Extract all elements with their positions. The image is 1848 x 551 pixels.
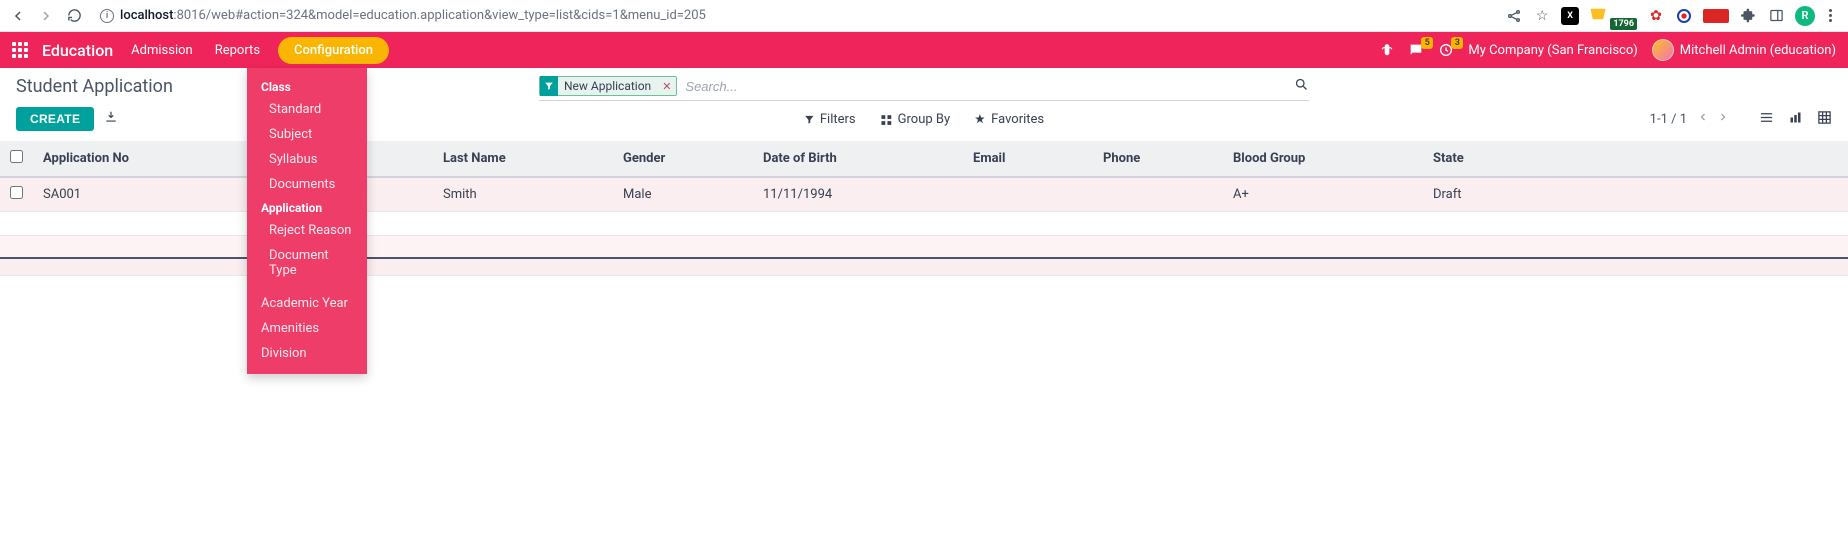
url-path: :8016/web#action=324&model=education.app… bbox=[173, 8, 705, 23]
pager-value[interactable]: 1-1 / 1 bbox=[1650, 112, 1687, 127]
systray: 5 3 My Company (San Francisco) Mitchell … bbox=[1380, 39, 1836, 61]
extensions-menu-icon[interactable] bbox=[1739, 7, 1757, 25]
activities-icon[interactable]: 3 bbox=[1438, 42, 1454, 58]
cell-app-no: SA001 bbox=[33, 177, 253, 212]
dropdown-section-application: Application bbox=[247, 197, 367, 218]
pager-prev-icon[interactable] bbox=[1697, 111, 1709, 127]
dropdown-item-subject[interactable]: Subject bbox=[247, 122, 367, 147]
col-app-no[interactable]: Application No bbox=[33, 141, 253, 177]
select-all-checkbox[interactable] bbox=[10, 150, 23, 163]
breadcrumb: Student Application bbox=[16, 76, 173, 97]
view-list-icon[interactable] bbox=[1759, 110, 1774, 129]
import-button[interactable] bbox=[104, 110, 118, 128]
extension-x-icon[interactable]: X bbox=[1561, 7, 1579, 25]
cell-dob: 11/11/1994 bbox=[753, 177, 963, 212]
col-email[interactable]: Email bbox=[963, 141, 1093, 177]
panel-icon[interactable] bbox=[1767, 7, 1785, 25]
col-last-name[interactable]: Last Name bbox=[433, 141, 613, 177]
cell-gender: Male bbox=[613, 177, 753, 212]
url-host: localhost bbox=[120, 8, 173, 23]
cell-email bbox=[963, 177, 1093, 212]
nav-configuration[interactable]: Configuration bbox=[278, 37, 389, 64]
user-name: Mitchell Admin (education) bbox=[1680, 43, 1836, 58]
extension-circle-icon[interactable] bbox=[1675, 7, 1693, 25]
dropdown-item-division[interactable]: Division bbox=[247, 341, 367, 366]
cell-blood: A+ bbox=[1223, 177, 1423, 212]
bookmark-star-icon[interactable]: ☆ bbox=[1533, 7, 1551, 25]
search-facet: New Application ✕ bbox=[539, 76, 677, 96]
site-info-icon[interactable]: i bbox=[100, 9, 114, 23]
dropdown-section-class: Class bbox=[247, 76, 367, 97]
filter-icon bbox=[540, 76, 558, 96]
search-input[interactable] bbox=[677, 77, 1294, 96]
extension-icons: ☆ X 1796 ✿ R bbox=[1501, 6, 1840, 26]
dropdown-item-standard[interactable]: Standard bbox=[247, 97, 367, 122]
user-avatar-icon bbox=[1652, 39, 1674, 61]
url-bar[interactable]: i localhost:8016/web#action=324&model=ed… bbox=[92, 4, 1493, 28]
favorites-button[interactable]: Favorites bbox=[974, 112, 1044, 127]
dropdown-item-academic-year[interactable]: Academic Year bbox=[247, 291, 367, 316]
create-button[interactable]: CREATE bbox=[16, 107, 94, 131]
row-checkbox[interactable] bbox=[10, 186, 23, 199]
activities-badge: 3 bbox=[1451, 37, 1463, 49]
col-dob[interactable]: Date of Birth bbox=[753, 141, 963, 177]
facet-label: New Application bbox=[558, 79, 657, 93]
col-phone[interactable]: Phone bbox=[1093, 141, 1223, 177]
view-graph-icon[interactable] bbox=[1788, 110, 1803, 129]
company-switcher[interactable]: My Company (San Francisco) bbox=[1468, 43, 1637, 58]
cell-phone bbox=[1093, 177, 1223, 212]
back-button[interactable] bbox=[8, 6, 28, 26]
facet-remove-icon[interactable]: ✕ bbox=[657, 80, 676, 93]
user-menu[interactable]: Mitchell Admin (education) bbox=[1652, 39, 1836, 61]
extension-red-icon[interactable]: ✿ bbox=[1647, 7, 1665, 25]
dropdown-item-amenities[interactable]: Amenities bbox=[247, 316, 367, 341]
col-gender[interactable]: Gender bbox=[613, 141, 753, 177]
messaging-icon[interactable]: 5 bbox=[1408, 42, 1424, 58]
search-icon[interactable] bbox=[1294, 77, 1309, 96]
cell-last-name: Smith bbox=[433, 177, 613, 212]
dropdown-item-documents[interactable]: Documents bbox=[247, 172, 367, 197]
nav-admission[interactable]: Admission bbox=[127, 37, 197, 64]
pager-next-icon[interactable] bbox=[1717, 111, 1729, 127]
app-brand[interactable]: Education bbox=[42, 41, 113, 60]
dropdown-item-document-type[interactable]: Document Type bbox=[247, 243, 367, 283]
search-bar[interactable]: New Application ✕ bbox=[539, 73, 1309, 101]
extension-red-wide-icon[interactable] bbox=[1703, 9, 1729, 23]
filters-button[interactable]: Filters bbox=[804, 112, 856, 127]
debug-icon[interactable] bbox=[1380, 43, 1394, 57]
groupby-button[interactable]: Group By bbox=[880, 112, 951, 127]
reload-button[interactable] bbox=[64, 6, 84, 26]
extension-counter-icon[interactable]: 1796 bbox=[1589, 7, 1637, 25]
forward-button[interactable] bbox=[36, 6, 56, 26]
browser-menu-icon[interactable] bbox=[1825, 9, 1836, 22]
app-navbar: Education Admission Reports Configuratio… bbox=[0, 32, 1848, 68]
pager: 1-1 / 1 bbox=[1650, 110, 1832, 129]
search-options: Filters Group By Favorites bbox=[804, 112, 1044, 127]
messaging-badge: 5 bbox=[1421, 37, 1433, 49]
profile-avatar[interactable]: R bbox=[1795, 6, 1815, 26]
view-pivot-icon[interactable] bbox=[1817, 110, 1832, 129]
dropdown-item-syllabus[interactable]: Syllabus bbox=[247, 147, 367, 172]
nav-reports[interactable]: Reports bbox=[211, 37, 264, 64]
col-state[interactable]: State bbox=[1423, 141, 1848, 177]
extension-badge: 1796 bbox=[1610, 18, 1637, 30]
apps-menu-icon[interactable] bbox=[12, 42, 28, 58]
dropdown-item-reject-reason[interactable]: Reject Reason bbox=[247, 218, 367, 243]
col-blood[interactable]: Blood Group bbox=[1223, 141, 1423, 177]
browser-toolbar: i localhost:8016/web#action=324&model=ed… bbox=[0, 0, 1848, 32]
configuration-dropdown: Class Standard Subject Syllabus Document… bbox=[247, 68, 367, 374]
cell-state: Draft bbox=[1423, 177, 1848, 212]
share-icon[interactable] bbox=[1505, 7, 1523, 25]
